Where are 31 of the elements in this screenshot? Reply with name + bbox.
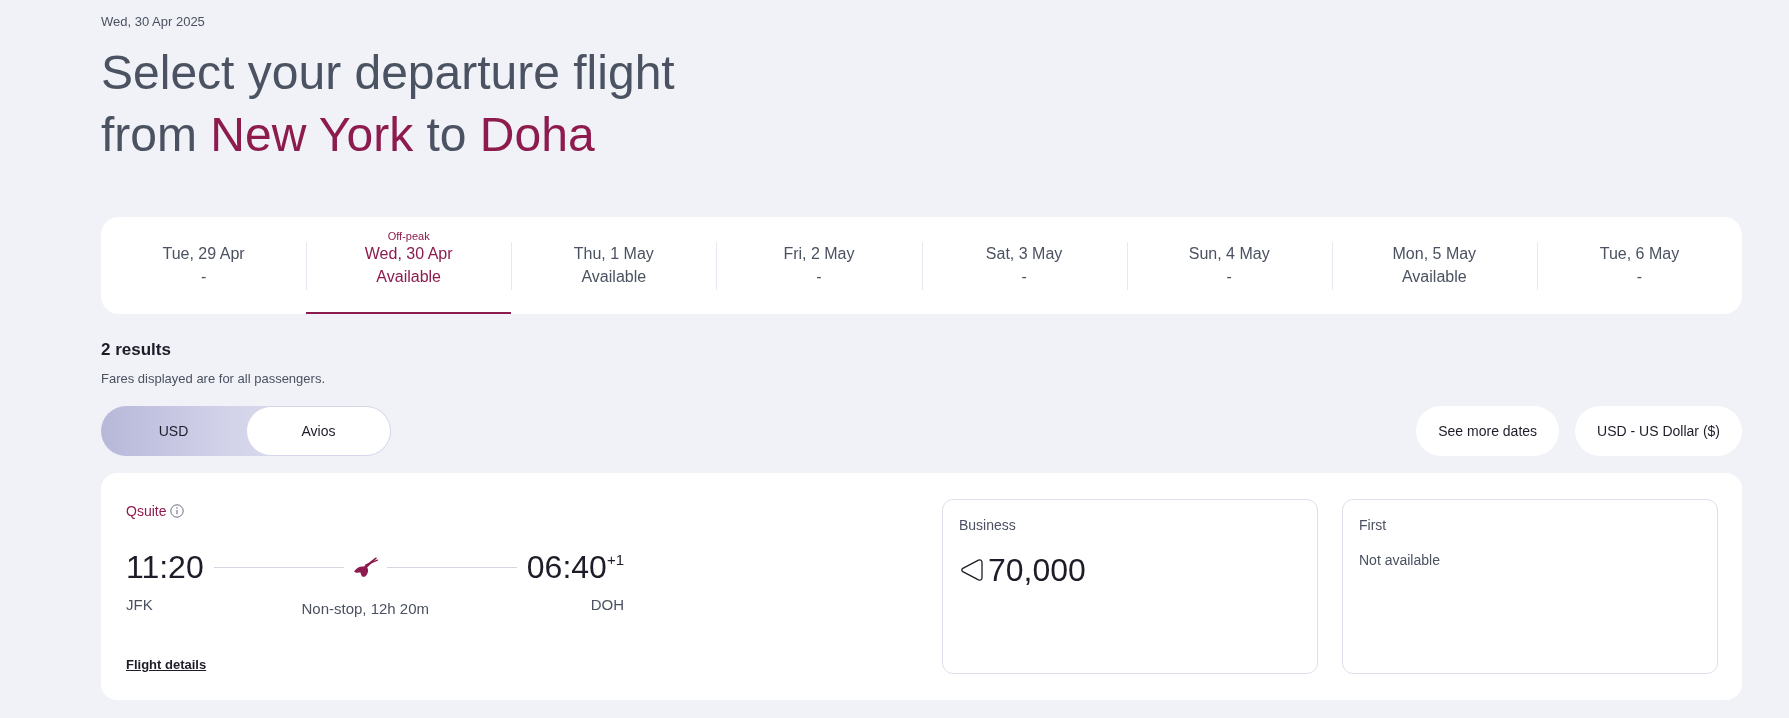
- flight-details-link[interactable]: Flight details: [126, 656, 207, 674]
- results-count: 2 results: [101, 339, 172, 361]
- date-tab[interactable]: Tue, 29 Apr -: [101, 217, 307, 314]
- date-tab[interactable]: Mon, 5 May Available: [1331, 217, 1537, 314]
- cabin-name: Business: [959, 516, 1017, 535]
- header-date: Wed, 30 Apr 2025: [101, 13, 206, 31]
- arrival-time: 06:40$^{+1}$: [526, 548, 624, 587]
- currency-option[interactable]: USD: [101, 406, 246, 456]
- fare-card[interactable]: Business 70,000: [942, 499, 1318, 674]
- triangle-icon: [959, 558, 984, 582]
- date-tab[interactable]: Sun, 4 May -: [1126, 217, 1332, 314]
- departure-airport: JFK: [126, 595, 154, 615]
- fares-note: Fares displayed are for all passengers.: [101, 370, 326, 388]
- departure-time: 11:20: [126, 548, 204, 587]
- airline-logo-icon: [352, 556, 378, 578]
- cabin-product-label: Qsuite: [126, 502, 167, 521]
- currency-select-button[interactable]: USD - US Dollar ($): [1575, 406, 1742, 456]
- flight-duration: Non-stop, 12h 20m: [300, 599, 431, 619]
- date-tab[interactable]: Fri, 2 May -: [716, 217, 922, 314]
- see-more-dates-button[interactable]: See more dates: [1416, 406, 1560, 456]
- date-tab[interactable]: Off-peak Wed, 30 Apr Available: [306, 217, 512, 314]
- date-tab[interactable]: Thu, 1 May Available: [511, 217, 717, 314]
- info-icon[interactable]: [170, 504, 185, 518]
- fare-unavailable-note: Not available: [1359, 551, 1441, 570]
- fare-price: 70,000: [988, 551, 1086, 590]
- page-title: Select your departure flight from New York to Doha: [101, 45, 676, 163]
- date-tab[interactable]: Tue, 6 May -: [1536, 217, 1742, 314]
- arrival-airport: DOH: [589, 595, 624, 615]
- cabin-name: First: [1359, 516, 1388, 535]
- date-tab[interactable]: Sat, 3 May -: [921, 217, 1127, 314]
- currency-option[interactable]: Avios: [246, 406, 391, 456]
